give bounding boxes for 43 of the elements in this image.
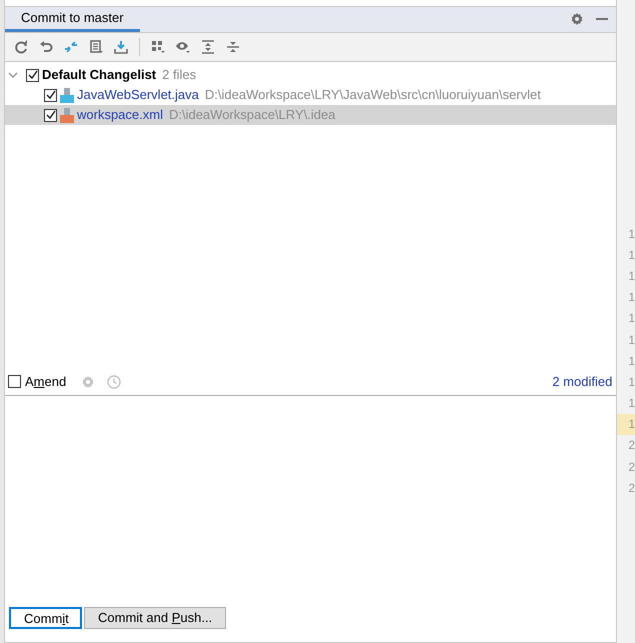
- line-number: 1: [627, 226, 635, 243]
- line-number: 1: [627, 395, 635, 412]
- chevron-icon[interactable]: [8, 70, 18, 80]
- undo-icon[interactable]: [39, 40, 53, 54]
- document-icon[interactable]: [89, 40, 103, 54]
- modified-link[interactable]: 2 modified: [552, 372, 614, 392]
- line-number: 2: [627, 437, 635, 454]
- java-file-icon: [60, 88, 74, 102]
- file-path: D:\ideaWorkspace\LRY\.idea: [168, 106, 336, 124]
- expand-all-icon[interactable]: [201, 40, 215, 54]
- xml-file-icon: [60, 108, 74, 122]
- line-number: 1: [627, 352, 635, 370]
- commit-and-push-button[interactable]: Commit and Push...: [84, 607, 226, 629]
- changelist-name[interactable]: Default Changelist: [42, 65, 156, 85]
- minimize-icon[interactable]: [596, 18, 608, 20]
- line-number: 1: [617, 414, 635, 435]
- file-name: workspace.xml: [77, 106, 163, 124]
- line-number: 1: [627, 268, 635, 285]
- file-row[interactable]: JavaWebServlet.java D:\ideaWorkspace\LRY\JavaWeb\src\cn\luoruiyuan\servlet: [5, 85, 616, 105]
- line-number: 1: [627, 332, 635, 349]
- download-icon[interactable]: [114, 40, 128, 54]
- line-number: 1: [627, 374, 635, 391]
- amend-label[interactable]: Amend: [25, 372, 66, 392]
- eye-icon[interactable]: [176, 40, 190, 54]
- line-number: 1: [627, 289, 635, 306]
- arrows-icon[interactable]: [64, 40, 78, 54]
- commit-button[interactable]: Commit: [9, 607, 82, 629]
- line-number: 2: [627, 458, 635, 476]
- file-row[interactable]: workspace.xml D:\ideaWorkspace\LRY\.idea: [5, 105, 616, 125]
- line-number: 1: [627, 310, 635, 328]
- checkbox[interactable]: [26, 68, 39, 82]
- collapse-all-icon[interactable]: [226, 40, 240, 54]
- line-number: 1: [627, 246, 635, 264]
- settings-icon[interactable]: [570, 12, 584, 26]
- file-count: 2 files: [162, 66, 196, 84]
- file-name: JavaWebServlet.java: [77, 86, 199, 104]
- checkbox[interactable]: [44, 88, 57, 102]
- file-path: D:\ideaWorkspace\LRY\JavaWeb\src\cn\luoruiyuan\servlet: [204, 86, 541, 104]
- checkbox[interactable]: [44, 108, 57, 122]
- refresh-icon[interactable]: [14, 40, 28, 54]
- group-icon[interactable]: [151, 40, 165, 54]
- checkbox[interactable]: [8, 375, 21, 388]
- line-number: 2: [627, 480, 635, 497]
